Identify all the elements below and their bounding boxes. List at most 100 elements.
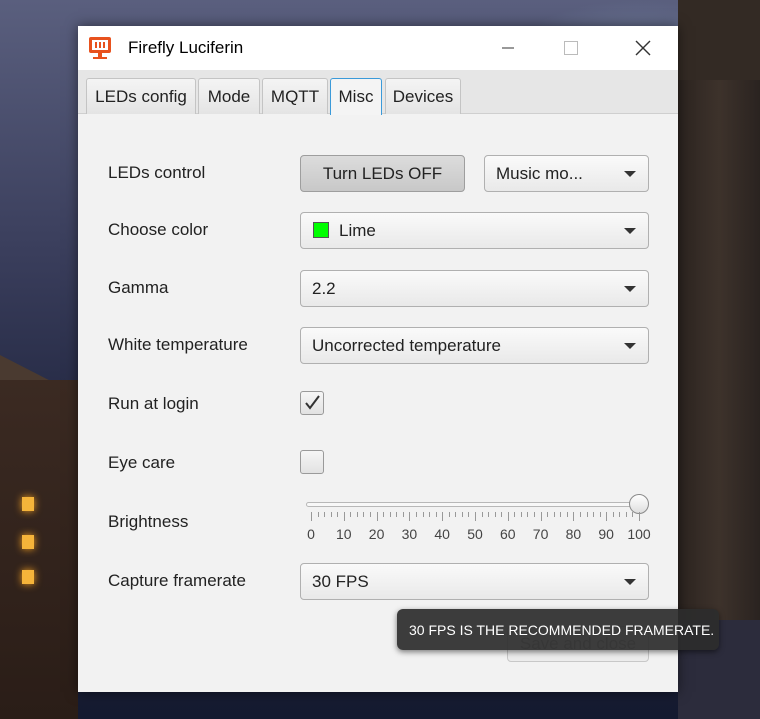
slider-tick <box>540 512 542 521</box>
slider-tick <box>409 512 411 521</box>
slider-tick <box>586 512 588 517</box>
eye-care-label: Eye care <box>108 453 176 472</box>
slider-tick <box>494 512 496 517</box>
run-at-login-label: Run at login <box>108 394 199 413</box>
chevron-down-icon <box>624 343 636 349</box>
gamma-label: Gamma <box>108 278 169 297</box>
slider-tick <box>507 512 509 521</box>
slider-tick <box>330 512 332 517</box>
tab-misc[interactable]: Misc <box>330 78 382 115</box>
slider-tick <box>553 512 555 517</box>
title-bar[interactable]: Firefly Luciferin <box>78 26 678 70</box>
settings-window: Firefly Luciferin LEDs config Mode MQTT … <box>78 26 678 692</box>
slider-tick-label: 50 <box>467 526 483 542</box>
slider-tick-label: 40 <box>434 526 450 542</box>
tab-devices[interactable]: Devices <box>385 78 461 114</box>
slider-tick <box>573 512 575 521</box>
background-tower <box>678 0 760 620</box>
slider-tick-label: 10 <box>336 526 352 542</box>
slider-tick <box>534 512 536 517</box>
slider-tick-label: 70 <box>532 526 549 542</box>
white-temperature-label: White temperature <box>108 335 248 354</box>
slider-tick <box>422 512 424 517</box>
eye-care-checkbox[interactable] <box>300 450 324 474</box>
slider-tick <box>461 512 463 517</box>
slider-tick <box>343 512 345 521</box>
slider-tick <box>632 512 634 517</box>
brightness-slider-track[interactable] <box>306 502 644 507</box>
effect-select[interactable]: Music mo... <box>484 155 649 192</box>
maximize-icon[interactable] <box>548 26 594 70</box>
slider-tick <box>612 512 614 517</box>
chevron-down-icon <box>624 228 636 234</box>
background-lit-window <box>22 535 34 549</box>
slider-tick-label: 0 <box>307 526 315 542</box>
brightness-label: Brightness <box>108 512 189 531</box>
slider-tick-label: 90 <box>598 526 614 542</box>
framerate-select[interactable]: 30 FPS <box>300 563 649 600</box>
slider-tick <box>317 512 319 517</box>
choose-color-label: Choose color <box>108 220 209 239</box>
effect-value: Music mo... <box>496 164 583 183</box>
slider-tick <box>639 512 640 521</box>
slider-tick <box>396 512 398 517</box>
slider-tick <box>566 512 568 517</box>
slider-tick <box>356 512 358 517</box>
tab-mode[interactable]: Mode <box>198 78 260 114</box>
slider-tick <box>435 512 437 517</box>
color-select[interactable]: Lime <box>300 212 649 249</box>
slider-tick <box>376 512 378 521</box>
toggle-leds-button[interactable]: Turn LEDs OFF <box>300 155 465 192</box>
slider-tick-label: 20 <box>368 526 385 542</box>
slider-tick-label: 100 <box>627 526 651 542</box>
slider-tick <box>350 512 352 517</box>
leds-control-label: LEDs control <box>108 163 206 182</box>
chevron-down-icon <box>624 171 636 177</box>
slider-tick <box>625 512 627 517</box>
slider-tick <box>547 512 549 517</box>
background-lit-window <box>22 570 34 584</box>
slider-tick <box>475 512 476 521</box>
slider-tick <box>324 512 326 517</box>
slider-tick <box>415 512 417 517</box>
slider-tick <box>514 512 516 517</box>
background-lit-window <box>22 497 34 511</box>
slider-tick <box>311 512 312 521</box>
minimize-icon[interactable] <box>485 26 531 70</box>
slider-tick <box>599 512 601 517</box>
slider-tick <box>468 512 470 517</box>
color-value: Lime <box>339 221 376 240</box>
gamma-value: 2.2 <box>312 279 336 298</box>
slider-tick-label: 80 <box>565 526 582 542</box>
slider-tick <box>593 512 595 517</box>
slider-tick <box>481 512 483 517</box>
run-at-login-checkbox[interactable] <box>300 391 324 415</box>
slider-tick <box>501 512 503 517</box>
gamma-select[interactable]: 2.2 <box>300 270 649 307</box>
slider-tick <box>389 512 391 517</box>
tab-bar: LEDs config Mode MQTT Misc Devices <box>78 70 678 115</box>
slider-tick <box>527 512 529 517</box>
slider-tick <box>383 512 385 517</box>
capture-framerate-label: Capture framerate <box>108 571 246 590</box>
brightness-ticks <box>311 512 640 522</box>
background-house <box>0 380 78 719</box>
tab-leds-config[interactable]: LEDs config <box>86 78 196 114</box>
framerate-value: 30 FPS <box>312 572 369 591</box>
slider-tick <box>402 512 404 517</box>
slider-tick <box>579 512 581 517</box>
slider-tick <box>442 512 444 521</box>
brightness-slider-thumb[interactable] <box>629 494 649 514</box>
slider-tick <box>448 512 450 517</box>
checkmark-icon <box>305 395 320 410</box>
white-temperature-select[interactable]: Uncorrected temperature <box>300 327 649 364</box>
close-icon[interactable] <box>620 26 666 70</box>
slider-tick <box>606 512 608 521</box>
framerate-tooltip: 30 FPS IS THE RECOMMENDED FRAMERATE. <box>397 609 719 650</box>
chevron-down-icon <box>624 286 636 292</box>
slider-tick <box>520 512 522 517</box>
slider-tick <box>619 512 621 517</box>
white-temperature-value: Uncorrected temperature <box>312 336 501 355</box>
slider-tick <box>363 512 365 517</box>
tab-mqtt[interactable]: MQTT <box>262 78 328 114</box>
